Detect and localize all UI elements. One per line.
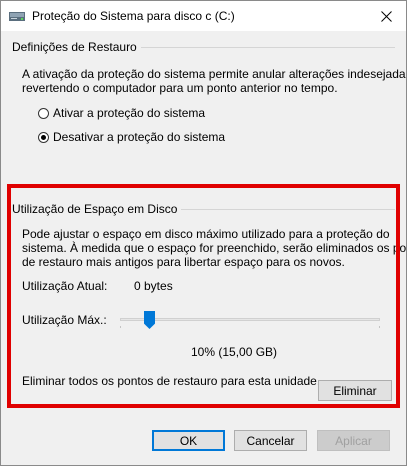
system-protection-dialog: Proteção do Sistema para disco c (C:) De…: [0, 0, 407, 466]
max-usage-slider-track[interactable]: [120, 318, 380, 321]
close-button[interactable]: [366, 1, 406, 31]
max-usage-label: Utilização Máx.:: [22, 313, 107, 327]
disk-usage-group-label: Utilização de Espaço em Disco: [12, 202, 182, 216]
cancel-button[interactable]: Cancelar: [234, 430, 307, 451]
ok-button[interactable]: OK: [152, 430, 225, 451]
delete-button[interactable]: Eliminar: [318, 380, 392, 401]
window-title: Proteção do Sistema para disco c (C:): [32, 9, 235, 23]
radio-disable-circle[interactable]: [38, 131, 49, 143]
disk-usage-description-line2: sistema. À medida que o espaço for preen…: [22, 241, 407, 255]
current-usage-label: Utilização Atual:: [22, 279, 108, 293]
restore-group-label: Definições de Restauro: [12, 40, 141, 54]
radio-enable-circle[interactable]: [38, 107, 49, 119]
radio-enable-label: Ativar a proteção do sistema: [53, 106, 206, 120]
radio-disable-protection[interactable]: Desativar a proteção do sistema: [38, 130, 225, 144]
drive-icon: [9, 12, 25, 21]
max-usage-slider-ticks: [120, 326, 380, 328]
radio-enable-protection[interactable]: Ativar a proteção do sistema: [38, 106, 205, 120]
max-usage-value: 10% (15,00 GB): [191, 345, 278, 359]
close-icon: [380, 10, 392, 22]
current-usage-value: 0 bytes: [134, 279, 173, 293]
apply-button: Aplicar: [317, 430, 390, 451]
disk-usage-description-line3: de restauro mais antigos para libertar e…: [22, 255, 345, 269]
delete-description: Eliminar todos os pontos de restauro par…: [22, 374, 321, 388]
restore-description-line1: A ativação da proteção do sistema permit…: [22, 67, 407, 81]
disk-usage-description-line1: Pode ajustar o espaço em disco máximo ut…: [22, 227, 390, 241]
radio-disable-label: Desativar a proteção do sistema: [53, 130, 226, 144]
title-bar: Proteção do Sistema para disco c (C:): [1, 1, 406, 31]
restore-description-line2: revertendo o computador para um ponto an…: [22, 81, 338, 95]
